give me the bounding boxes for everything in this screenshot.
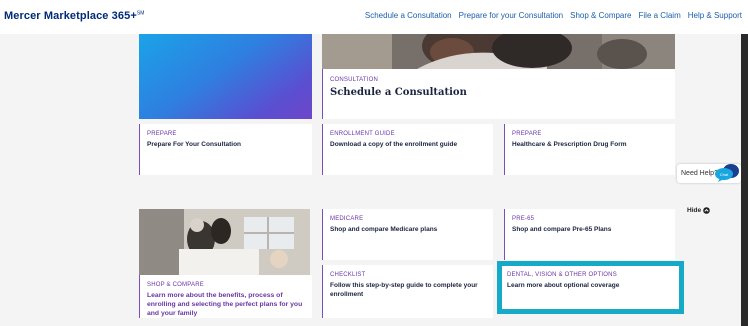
chat-badge-text: Chat bbox=[720, 172, 729, 177]
hide-label: Hide bbox=[687, 207, 702, 214]
chat-bubble-icon: Chat bbox=[715, 164, 739, 182]
card-pre65[interactable]: PRE-65 Shop and compare Pre-65 Plans bbox=[504, 209, 675, 260]
card-tag: CHECKLIST bbox=[330, 272, 366, 278]
nav-prepare-consultation[interactable]: Prepare for your Consultation bbox=[459, 11, 564, 20]
card-title: Follow this step-by-step guide to comple… bbox=[330, 282, 478, 298]
nav-help-support[interactable]: Help & Support bbox=[688, 11, 742, 20]
need-help-label: Need Help? bbox=[681, 170, 718, 177]
decorative-gradient-tile bbox=[139, 34, 312, 119]
consultation-photo-image bbox=[322, 34, 675, 69]
card-drug-form[interactable]: PREPARE Healthcare & Prescription Drug F… bbox=[504, 124, 675, 175]
nav-schedule-consultation[interactable]: Schedule a Consultation bbox=[365, 11, 452, 20]
consultation-photo bbox=[322, 34, 675, 69]
card-title: Schedule a Consultation bbox=[330, 87, 467, 98]
logo-text: Mercer Marketplace 365+ bbox=[4, 10, 137, 22]
card-tag: PREPARE bbox=[147, 131, 177, 137]
card-shop-compare[interactable]: SHOP & COMPARE Learn more about the bene… bbox=[139, 275, 312, 318]
shop-compare-photo bbox=[139, 209, 310, 275]
hide-toggle[interactable]: Hide bbox=[687, 207, 710, 214]
highlight-outline bbox=[497, 261, 684, 314]
card-medicare[interactable]: MEDICARE Shop and compare Medicare plans bbox=[322, 209, 493, 260]
site-logo[interactable]: Mercer Marketplace 365+SM bbox=[4, 10, 145, 22]
card-tag: ENROLLMENT GUIDE bbox=[330, 131, 395, 137]
card-tag: PREPARE bbox=[512, 131, 542, 137]
card-tag: MEDICARE bbox=[330, 216, 364, 222]
card-tag: SHOP & COMPARE bbox=[147, 282, 204, 288]
card-title: Shop and compare Pre-65 Plans bbox=[512, 226, 612, 233]
card-title: Healthcare & Prescription Drug Form bbox=[512, 141, 627, 148]
card-title: Shop and compare Medicare plans bbox=[330, 226, 438, 233]
chat-icon[interactable]: Chat bbox=[714, 163, 740, 183]
card-enrollment-guide[interactable]: ENROLLMENT GUIDE Download a copy of the … bbox=[322, 124, 493, 175]
card-title: Prepare For Your Consultation bbox=[147, 141, 242, 148]
main-nav: Schedule a Consultation Prepare for your… bbox=[365, 11, 742, 20]
page-scrollbar[interactable] bbox=[741, 34, 748, 326]
card-title: Learn more about the benefits, process o… bbox=[147, 292, 303, 317]
logo-service-mark: SM bbox=[136, 10, 145, 17]
card-prepare-consultation[interactable]: PREPARE Prepare For Your Consultation bbox=[139, 124, 312, 175]
nav-file-claim[interactable]: File a Claim bbox=[639, 11, 681, 20]
nav-shop-compare[interactable]: Shop & Compare bbox=[570, 11, 631, 20]
chevron-up-circle-icon bbox=[703, 207, 710, 214]
card-tag: CONSULTATION bbox=[330, 77, 379, 83]
card-checklist[interactable]: CHECKLIST Follow this step-by-step guide… bbox=[322, 265, 493, 318]
card-tag: PRE-65 bbox=[512, 216, 535, 222]
top-navigation-bar: Mercer Marketplace 365+SM Schedule a Con… bbox=[0, 0, 748, 34]
card-title: Download a copy of the enrollment guide bbox=[330, 141, 458, 148]
shop-compare-photo-image bbox=[139, 209, 310, 275]
